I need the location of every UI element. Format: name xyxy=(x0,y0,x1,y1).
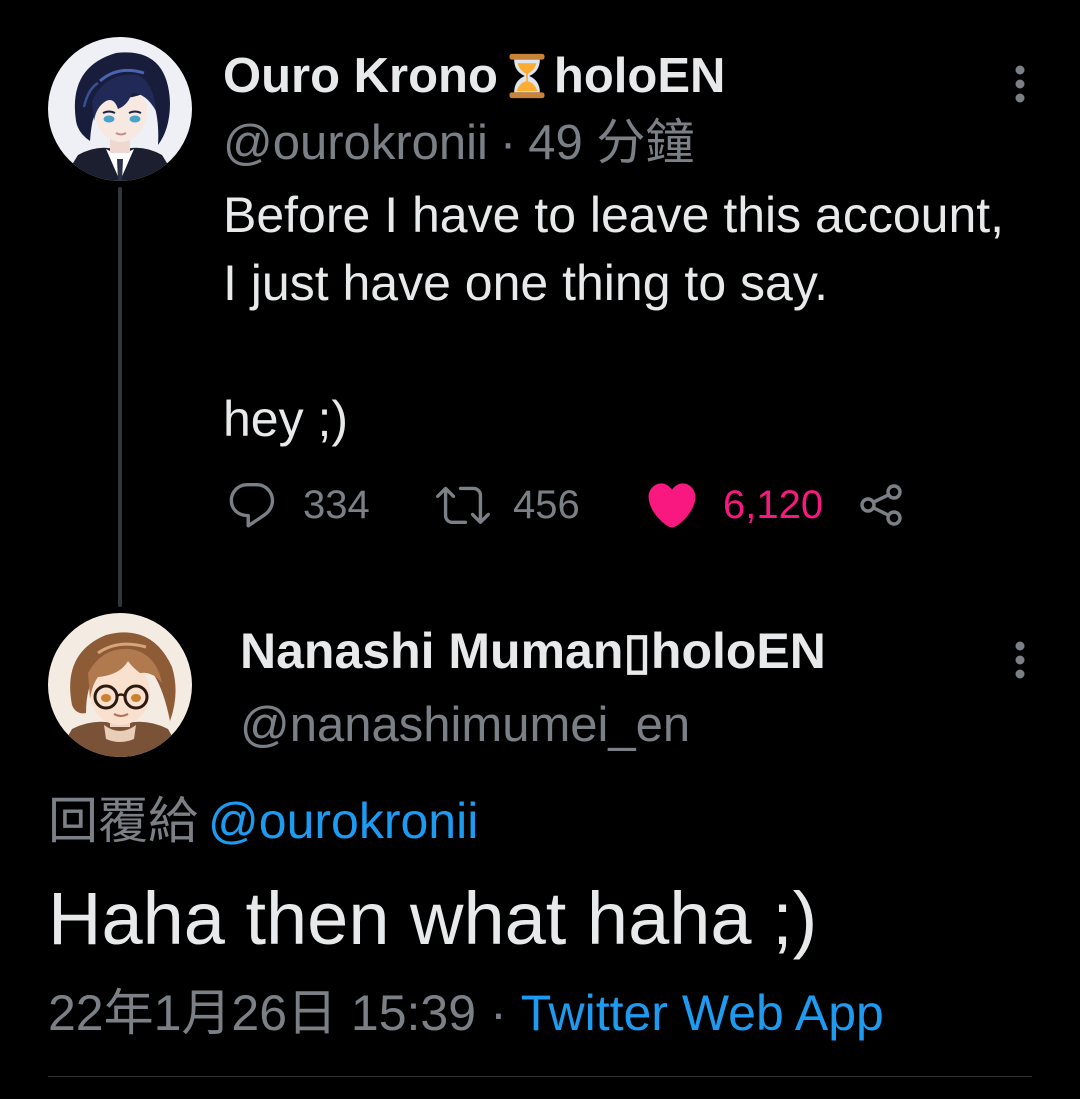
tweet-paragraph: Before I have to leave this account, I j… xyxy=(223,181,1004,317)
tweet-text: Haha then what haha ;) xyxy=(48,877,818,960)
thread-connector-line xyxy=(118,187,122,607)
reply-count: 334 xyxy=(303,483,370,527)
divider xyxy=(48,1076,1032,1077)
more-options-button[interactable] xyxy=(1012,639,1028,681)
tweet-timestamp: 22年1月26日 15:39 · Twitter Web App xyxy=(48,983,884,1043)
reply-button[interactable]: 334 xyxy=(225,478,370,532)
author-name[interactable]: Ouro Krono holoEN xyxy=(223,46,725,106)
tweet-source-link[interactable]: Twitter Web App xyxy=(521,985,884,1041)
tweet-text-line: hey ;) xyxy=(223,391,349,447)
author-name-suffix: holoEN xyxy=(553,49,726,103)
replying-to: 回覆給 @ourokronii xyxy=(48,791,478,851)
tweet-paragraph: hey ;) xyxy=(223,385,1004,453)
author-name-text: Ouro Krono xyxy=(223,49,498,103)
more-options-button[interactable] xyxy=(1012,63,1028,105)
tweet-thread-screen: Ouro Krono holoEN @ourokronii · 49 分鐘 Befo… xyxy=(0,0,1080,1099)
replying-to-label: 回覆給 xyxy=(48,793,198,849)
tweet-time[interactable]: 49 分鐘 xyxy=(528,116,694,170)
avatar[interactable] xyxy=(48,37,192,181)
heart-icon xyxy=(648,483,696,528)
retweet-icon xyxy=(436,486,490,525)
retweet-button[interactable]: 456 xyxy=(436,478,580,532)
tweet-date[interactable]: 22年1月26日 15:39 xyxy=(48,985,476,1041)
like-count: 6,120 xyxy=(723,483,824,527)
author-meta: @ourokronii · 49 分鐘 xyxy=(223,113,694,173)
tweet-text-line: I just have one thing to say. xyxy=(223,255,829,311)
tweet-text: Before I have to leave this account, I j… xyxy=(223,181,1004,453)
meta-separator: · xyxy=(499,116,517,170)
more-vertical-icon xyxy=(1015,65,1025,103)
author-handle[interactable]: @nanashimumei_en xyxy=(240,695,690,755)
share-button[interactable] xyxy=(857,478,905,532)
meta-separator: · xyxy=(490,985,507,1041)
avatar-image xyxy=(48,613,192,757)
reply-icon xyxy=(229,483,275,528)
like-button[interactable]: 6,120 xyxy=(644,478,823,532)
author-handle[interactable]: @ourokronii xyxy=(223,116,488,170)
avatar-image xyxy=(48,37,192,181)
share-icon xyxy=(860,484,902,526)
retweet-count: 456 xyxy=(513,483,580,527)
tweet-text-line: Before I have to leave this account, xyxy=(223,187,1005,243)
author-name[interactable]: Nanashi Muman▯holoEN xyxy=(240,621,826,681)
replying-to-handle-link[interactable]: @ourokronii xyxy=(208,793,478,849)
more-vertical-icon xyxy=(1015,641,1025,679)
avatar[interactable] xyxy=(48,613,192,757)
hourglass-icon xyxy=(506,52,548,100)
hourglass-icon-graphic xyxy=(509,53,545,99)
